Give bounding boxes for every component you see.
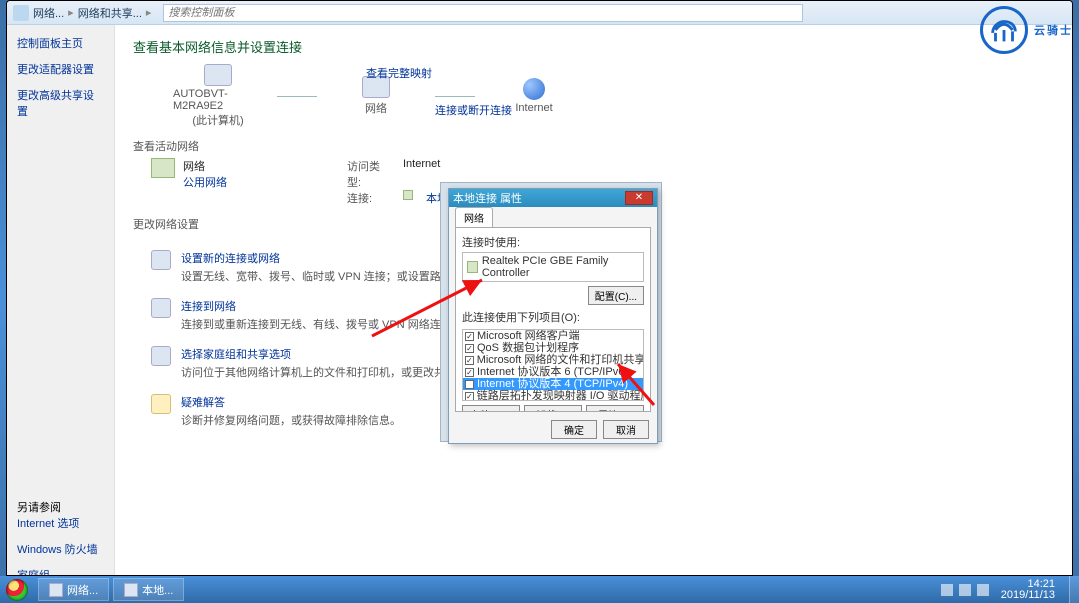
breadcrumb-1[interactable]: 网络和共享... (78, 5, 142, 21)
list-item-label: QoS 数据包计划程序 (477, 342, 579, 354)
annotation-arrow-1 (372, 276, 492, 339)
clock-date: 2019/11/13 (1001, 590, 1055, 601)
breadcrumb-sep-icon: ▸ (146, 6, 152, 19)
taskbar-btn-label: 本地... (142, 582, 173, 598)
sidebar-item-home[interactable]: 控制面板主页 (17, 35, 104, 51)
see-also-homegroup[interactable]: 家庭组 (17, 567, 104, 576)
close-icon[interactable]: ✕ (625, 191, 653, 205)
watermark: 云骑士 (980, 6, 1073, 54)
map-line-icon (277, 96, 317, 97)
checkbox-icon[interactable]: ✓ (465, 368, 474, 377)
tray-sound-icon[interactable] (977, 584, 989, 596)
tray-flag-icon[interactable] (941, 584, 953, 596)
clock-time: 14:21 (1001, 579, 1055, 590)
pc-sub: (此计算机) (192, 112, 243, 128)
start-button[interactable] (0, 576, 34, 603)
install-button[interactable]: 安装(N)... (462, 405, 520, 412)
task-desc: 诊断并修复网络问题，或获得故障排除信息。 (181, 412, 401, 428)
conn-label: 连接: (347, 190, 393, 206)
list-item-label: Internet 协议版本 6 (TCP/IPv6) (477, 366, 628, 378)
watermark-icon (980, 6, 1028, 54)
list-item-label: Microsoft 网络客户端 (477, 330, 580, 342)
list-item[interactable]: ✓QoS 数据包计划程序 (463, 342, 643, 354)
windows-orb-icon (6, 579, 28, 601)
pc-name: AUTOBVT-M2RA9E2 (173, 88, 263, 112)
task-icon (151, 394, 171, 414)
see-also-internet-options[interactable]: Internet 选项 (17, 515, 104, 531)
task-icon (151, 346, 171, 366)
checkbox-icon[interactable]: ✓ (465, 380, 474, 389)
map-line-icon (435, 96, 475, 97)
see-also-firewall[interactable]: Windows 防火墙 (17, 541, 104, 557)
clock[interactable]: 14:21 2019/11/13 (1001, 579, 1055, 601)
annotation-arrow-2 (614, 360, 664, 413)
watermark-text: 云骑士 (1034, 22, 1073, 38)
search-input[interactable] (163, 4, 803, 22)
sidebar-item-adapter[interactable]: 更改适配器设置 (17, 61, 104, 77)
bench-icon (151, 158, 175, 178)
access-label: 访问类型: (347, 158, 393, 190)
task-icon (151, 298, 171, 318)
internet-label: Internet (515, 102, 552, 114)
globe-icon (523, 78, 545, 100)
network-map: AUTOBVT-M2RA9E2 (此计算机) 网络 Internet (173, 64, 1054, 128)
list-item-label: Internet 协议版本 4 (TCP/IPv4) (477, 378, 628, 390)
uninstall-button[interactable]: 卸载(U) (524, 405, 582, 412)
dialog-title: 本地连接 属性 (453, 190, 522, 206)
adapter-icon (467, 261, 478, 273)
access-value: Internet (403, 158, 440, 190)
pc-icon (204, 64, 232, 86)
taskbar-app-icon (49, 583, 63, 597)
conn-mini-icon (403, 190, 413, 200)
configure-button[interactable]: 配置(C)... (588, 286, 644, 305)
task-icon (151, 250, 171, 270)
checkbox-icon[interactable]: ✓ (465, 356, 474, 365)
checkbox-icon[interactable]: ✓ (465, 392, 474, 401)
show-desktop-button[interactable] (1069, 576, 1079, 603)
window-titlebar: 网络... ▸ 网络和共享... ▸ (7, 1, 1072, 25)
taskbar-app-icon (124, 583, 138, 597)
system-tray: 14:21 2019/11/13 (933, 579, 1063, 601)
taskbar: 网络... 本地... 14:21 2019/11/13 (0, 576, 1079, 603)
dialog-tabbar: 网络 (449, 207, 657, 227)
tab-network[interactable]: 网络 (455, 207, 493, 227)
adapter-name: Realtek PCIe GBE Family Controller (482, 255, 639, 279)
see-also-header: 另请参阅 (17, 499, 104, 515)
connect-disconnect-link[interactable]: 连接或断开连接 (435, 102, 512, 118)
breadcrumb-0[interactable]: 网络... (33, 5, 64, 21)
active-networks-header: 查看活动网络 (133, 138, 1054, 154)
breadcrumb-sep-icon: ▸ (68, 6, 74, 19)
cancel-button[interactable]: 取消 (603, 420, 649, 439)
sidebar: 控制面板主页 更改适配器设置 更改高级共享设置 另请参阅 Internet 选项… (7, 25, 115, 576)
taskbar-btn-network[interactable]: 网络... (38, 578, 109, 601)
view-full-map-link[interactable]: 查看完整映射 (366, 65, 432, 81)
nav-back-icon[interactable] (13, 5, 29, 21)
network-name: 网络 (365, 100, 387, 116)
dialog-titlebar[interactable]: 本地连接 属性 ✕ (449, 189, 657, 207)
task-troubleshoot-link[interactable]: 疑难解答 (181, 394, 401, 410)
page-title: 查看基本网络信息并设置连接 (133, 37, 1054, 56)
checkbox-icon[interactable]: ✓ (465, 344, 474, 353)
taskbar-btn-local[interactable]: 本地... (113, 578, 184, 601)
connect-using-label: 连接时使用: (462, 234, 644, 250)
taskbar-btn-label: 网络... (67, 582, 98, 598)
ok-button[interactable]: 确定 (551, 420, 597, 439)
active-net-name: 网络 (183, 158, 227, 174)
sidebar-item-sharing[interactable]: 更改高级共享设置 (17, 87, 104, 119)
tray-network-icon[interactable] (959, 584, 971, 596)
active-net-type[interactable]: 公用网络 (183, 174, 227, 190)
